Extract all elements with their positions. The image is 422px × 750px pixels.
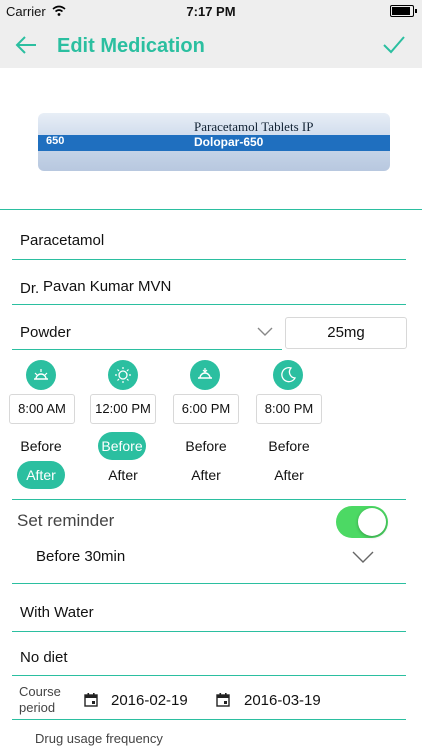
doctor-name-field[interactable]: Pavan Kumar MVN bbox=[43, 278, 171, 295]
time-slot-4[interactable]: 8:00 PM bbox=[256, 394, 322, 424]
time-slot-3[interactable]: 6:00 PM bbox=[173, 394, 239, 424]
nav-bar: Edit Medication bbox=[0, 22, 422, 68]
before-option-3[interactable]: Before bbox=[179, 434, 233, 458]
after-option-4[interactable]: After bbox=[262, 463, 316, 487]
divider bbox=[0, 209, 422, 210]
photo-text-line1: Paracetamol Tablets IP bbox=[194, 119, 314, 134]
back-arrow-icon[interactable] bbox=[14, 34, 38, 56]
status-time: 7:17 PM bbox=[186, 4, 236, 19]
divider bbox=[12, 304, 406, 305]
form-type-select[interactable]: Powder bbox=[20, 324, 71, 341]
reminder-offset-select[interactable]: Before 30min bbox=[36, 548, 125, 565]
sunrise-icon[interactable] bbox=[26, 360, 56, 390]
status-bar: Carrier 7:17 PM bbox=[0, 0, 422, 22]
time-slot-2[interactable]: 12:00 PM bbox=[90, 394, 156, 424]
page-title: Edit Medication bbox=[57, 35, 205, 57]
medicine-name-field[interactable]: Paracetamol bbox=[20, 232, 104, 249]
before-option-1[interactable]: Before bbox=[14, 434, 68, 458]
after-option-1[interactable]: After bbox=[17, 461, 65, 489]
course-start-date[interactable]: 2016-02-19 bbox=[111, 692, 188, 709]
divider bbox=[12, 719, 406, 720]
course-label-line2: period bbox=[19, 700, 56, 715]
course-label-line1: Course bbox=[19, 684, 61, 699]
divider bbox=[12, 583, 406, 584]
time-slot-1[interactable]: 8:00 AM bbox=[9, 394, 75, 424]
reminder-label: Set reminder bbox=[17, 511, 115, 530]
diet-field[interactable]: No diet bbox=[20, 649, 68, 666]
calendar-icon[interactable] bbox=[216, 693, 230, 707]
course-period-label: Course period bbox=[19, 684, 61, 716]
before-option-4[interactable]: Before bbox=[262, 434, 316, 458]
divider bbox=[12, 499, 406, 500]
after-option-3[interactable]: After bbox=[179, 463, 233, 487]
after-option-2[interactable]: After bbox=[96, 463, 150, 487]
frequency-label: Drug usage frequency bbox=[35, 731, 163, 746]
sun-icon[interactable] bbox=[108, 360, 138, 390]
photo-brand: Dolopar-650 bbox=[194, 135, 264, 149]
divider bbox=[12, 349, 282, 350]
sunset-icon[interactable] bbox=[190, 360, 220, 390]
reminder-toggle[interactable] bbox=[336, 506, 388, 538]
chevron-down-icon[interactable] bbox=[352, 551, 374, 563]
doctor-prefix: Dr. bbox=[20, 280, 40, 297]
divider bbox=[12, 675, 406, 676]
moon-icon[interactable] bbox=[273, 360, 303, 390]
chevron-down-icon[interactable] bbox=[257, 327, 273, 337]
battery-icon bbox=[390, 5, 417, 17]
before-option-2[interactable]: Before bbox=[98, 432, 146, 460]
course-end-date[interactable]: 2016-03-19 bbox=[244, 692, 321, 709]
save-check-icon[interactable] bbox=[382, 34, 406, 56]
divider bbox=[12, 631, 406, 632]
dose-field[interactable]: 25mg bbox=[285, 317, 407, 349]
photo-brand-left: 650 bbox=[46, 135, 65, 147]
calendar-icon[interactable] bbox=[84, 693, 98, 707]
with-water-field[interactable]: With Water bbox=[20, 604, 94, 621]
medicine-photo[interactable]: 650 Paracetamol Tablets IP Dolopar-650 bbox=[38, 113, 390, 171]
divider bbox=[12, 259, 406, 260]
